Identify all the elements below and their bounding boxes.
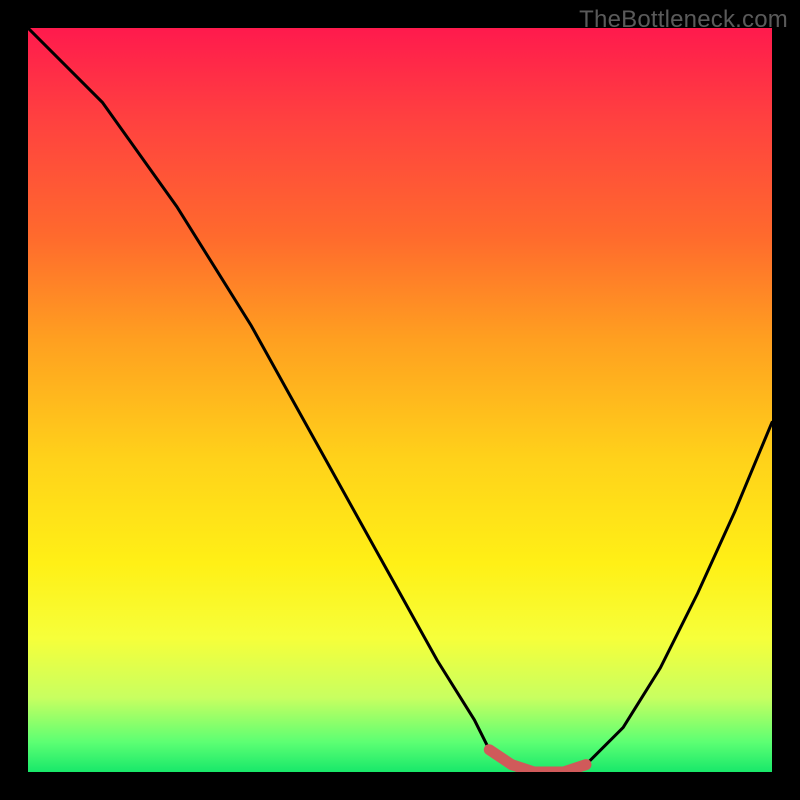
chart-svg	[28, 28, 772, 772]
chart-plot-area	[28, 28, 772, 772]
optimal-range-highlight	[489, 750, 586, 772]
bottleneck-curve	[28, 28, 772, 772]
watermark-text: TheBottleneck.com	[579, 6, 788, 34]
chart-frame: TheBottleneck.com	[0, 0, 800, 800]
